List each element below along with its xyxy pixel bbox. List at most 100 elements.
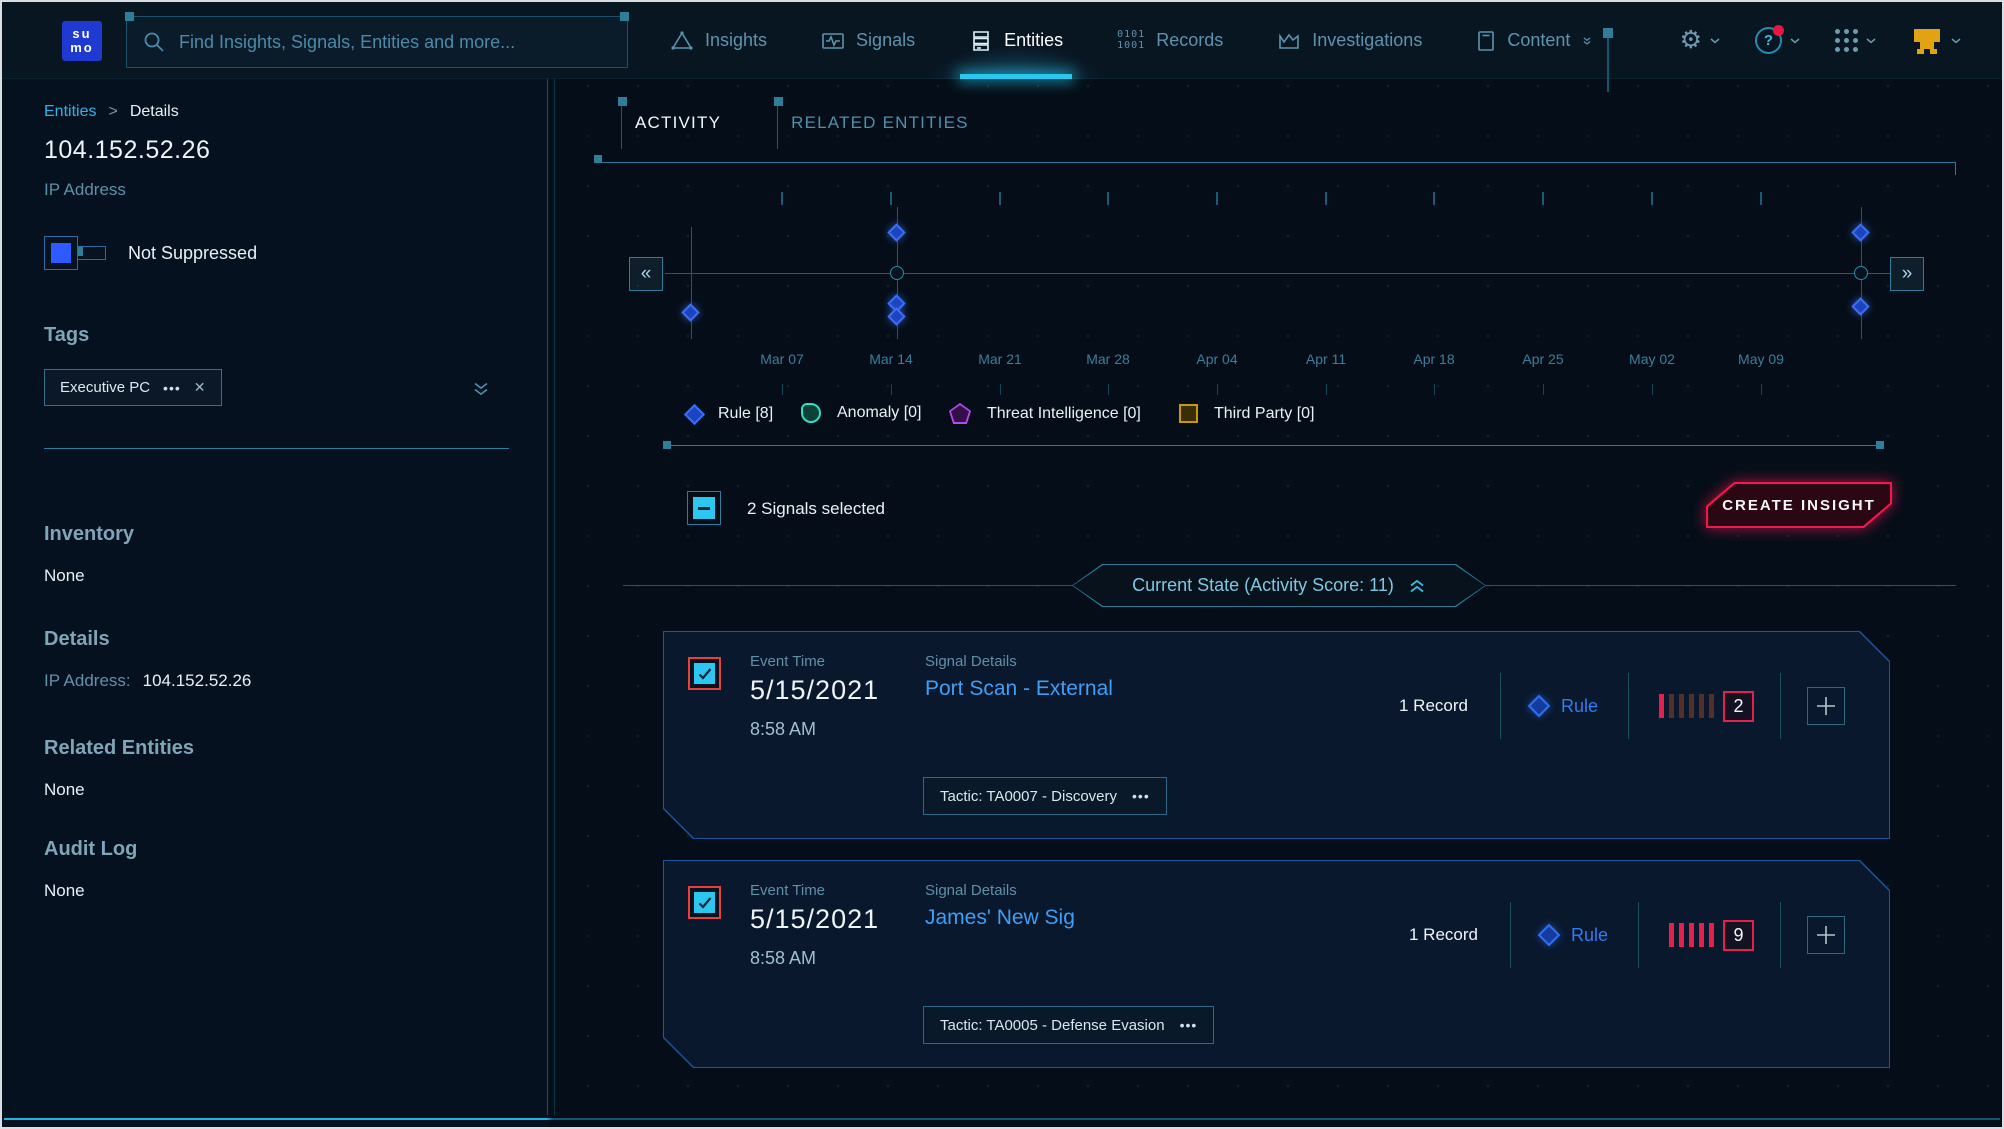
help-menu-button[interactable]: ? bbox=[1755, 27, 1801, 54]
event-time: 8:58 AM bbox=[750, 719, 816, 740]
rule-diamond-icon bbox=[1528, 695, 1551, 718]
signal-checkbox[interactable] bbox=[688, 657, 721, 690]
timeline-subtick bbox=[1108, 384, 1109, 395]
rule-signal-marker[interactable] bbox=[887, 307, 905, 325]
audit-log-value: None bbox=[44, 881, 549, 901]
plus-icon bbox=[1815, 924, 1837, 946]
search-placeholder: Find Insights, Signals, Entities and mor… bbox=[179, 32, 515, 53]
nav-item-content[interactable]: Content bbox=[1476, 2, 1593, 79]
search-icon bbox=[143, 31, 165, 53]
rule-signal-marker[interactable] bbox=[887, 223, 905, 241]
apps-menu-button[interactable] bbox=[1835, 29, 1877, 52]
event-time-label: Event Time bbox=[750, 653, 825, 670]
details-row: IP Address: 104.152.52.26 bbox=[44, 671, 549, 691]
signal-meta: 1 Record Rule 2 bbox=[1399, 671, 1845, 741]
expand-signal-button[interactable] bbox=[1807, 916, 1845, 954]
check-icon bbox=[698, 897, 712, 909]
signal-details-label: Signal Details bbox=[925, 653, 1017, 670]
nav-label: Signals bbox=[856, 30, 915, 51]
select-all-signals-checkbox[interactable] bbox=[687, 491, 721, 525]
notification-dot bbox=[1773, 25, 1784, 36]
chevron-double-up-icon bbox=[1408, 579, 1426, 593]
event-time-label: Event Time bbox=[750, 882, 825, 899]
create-insight-button[interactable]: CREATE INSIGHT bbox=[1706, 482, 1892, 528]
timeline-subtick bbox=[1326, 384, 1327, 395]
timeline-date-label: Apr 11 bbox=[1286, 351, 1366, 367]
nav-item-entities[interactable]: Entities bbox=[969, 2, 1063, 79]
sumo-logo[interactable]: su mo bbox=[62, 21, 102, 61]
entity-sidebar: Entities > Details 104.152.52.26 IP Addr… bbox=[2, 79, 549, 1129]
investigations-chart-icon bbox=[1277, 31, 1301, 51]
tag-chip: Executive PC ••• ✕ bbox=[44, 369, 222, 406]
tag-more-icon[interactable]: ••• bbox=[163, 380, 181, 396]
breadcrumb-separator: > bbox=[108, 103, 117, 121]
top-nav-bar: su mo Find Insights, Signals, Entities a… bbox=[2, 2, 2002, 79]
expand-signal-button[interactable] bbox=[1807, 687, 1845, 725]
legend-item-anomaly: Anomaly [0] bbox=[801, 403, 921, 423]
user-menu-button[interactable] bbox=[1911, 27, 1962, 55]
current-state-header[interactable]: Current State (Activity Score: 11) bbox=[1072, 564, 1486, 607]
tactic-more-icon[interactable]: ••• bbox=[1180, 1017, 1198, 1033]
timeline-date-label: Mar 14 bbox=[851, 351, 931, 367]
signal-checkbox[interactable] bbox=[688, 886, 721, 919]
signal-title-link[interactable]: Port Scan - External bbox=[925, 677, 1113, 701]
timeline-scroll-right-button[interactable]: » bbox=[1890, 257, 1924, 291]
event-date: 5/15/2021 bbox=[750, 904, 879, 935]
timeline-tick bbox=[1760, 192, 1762, 205]
help-icon: ? bbox=[1755, 27, 1782, 54]
sidebar-main-divider-2 bbox=[554, 79, 555, 1115]
nav-item-insights[interactable]: Insights bbox=[670, 2, 767, 79]
suppression-row: Not Suppressed bbox=[44, 236, 549, 270]
related-entities-value: None bbox=[44, 780, 549, 800]
breadcrumb-entities-link[interactable]: Entities bbox=[44, 103, 96, 121]
meta-divider bbox=[1500, 673, 1501, 739]
tab-activity[interactable]: ACTIVITY bbox=[621, 97, 735, 149]
nav-item-records[interactable]: 0101 1001 Records bbox=[1117, 2, 1223, 79]
event-time: 8:58 AM bbox=[750, 948, 816, 969]
nav-section-divider bbox=[1607, 30, 1609, 92]
meta-divider bbox=[1510, 902, 1511, 968]
suppression-toggle[interactable] bbox=[44, 236, 102, 270]
signals-waveform-icon bbox=[821, 31, 845, 51]
tags-expand-chevron[interactable] bbox=[472, 382, 490, 401]
tag-remove-icon[interactable]: ✕ bbox=[194, 379, 206, 396]
signal-card: Event Time 5/15/2021 8:58 AM Signal Deta… bbox=[663, 631, 1890, 839]
timeline-tick bbox=[890, 192, 892, 205]
rule-signal-marker[interactable] bbox=[681, 303, 699, 321]
timeline-scroll-left-button[interactable]: « bbox=[629, 257, 663, 291]
suppression-label: Not Suppressed bbox=[128, 243, 257, 264]
tag-label: Executive PC bbox=[60, 379, 150, 396]
app-grid-icon bbox=[1835, 29, 1858, 52]
ip-address-value: 104.152.52.26 bbox=[143, 671, 252, 691]
settings-menu-button[interactable]: ⚙ bbox=[1680, 28, 1721, 53]
timeline-date-label: May 02 bbox=[1612, 351, 1692, 367]
signal-type-label: Rule bbox=[1561, 696, 1598, 717]
chevron-double-down-icon bbox=[472, 382, 490, 396]
timeline-tick bbox=[781, 192, 783, 205]
tactic-more-icon[interactable]: ••• bbox=[1132, 788, 1150, 804]
breadcrumb: Entities > Details bbox=[44, 103, 549, 121]
legend-label: Threat Intelligence [0] bbox=[987, 405, 1141, 423]
timeline-date-label: May 09 bbox=[1721, 351, 1801, 367]
nav-label: Investigations bbox=[1312, 30, 1422, 51]
entity-title: 104.152.52.26 bbox=[44, 136, 549, 165]
content-book-icon bbox=[1476, 30, 1496, 52]
timeline-date-label: Apr 18 bbox=[1394, 351, 1474, 367]
rule-signal-marker[interactable] bbox=[1851, 297, 1869, 315]
nav-item-signals[interactable]: Signals bbox=[821, 2, 915, 79]
rule-signal-marker[interactable] bbox=[1851, 223, 1869, 241]
nav-label: Insights bbox=[705, 30, 767, 51]
nav-item-investigations[interactable]: Investigations bbox=[1277, 2, 1422, 79]
related-entities-heading: Related Entities bbox=[44, 737, 549, 760]
activity-panel: ACTIVITY RELATED ENTITIES « » bbox=[549, 79, 2004, 1129]
timeline-tick bbox=[1107, 192, 1109, 205]
global-search-input[interactable]: Find Insights, Signals, Entities and mor… bbox=[126, 16, 628, 68]
tab-related-entities[interactable]: RELATED ENTITIES bbox=[777, 97, 983, 149]
chevron-double-left-icon: « bbox=[641, 263, 652, 285]
entities-stack-icon bbox=[969, 30, 993, 52]
signal-title-link[interactable]: James' New Sig bbox=[925, 906, 1075, 930]
timeline-subtick bbox=[1652, 384, 1653, 395]
sumo-logo-line1: su bbox=[72, 27, 91, 41]
details-heading: Details bbox=[44, 628, 549, 651]
timeline-frame-bottom bbox=[663, 445, 1884, 446]
